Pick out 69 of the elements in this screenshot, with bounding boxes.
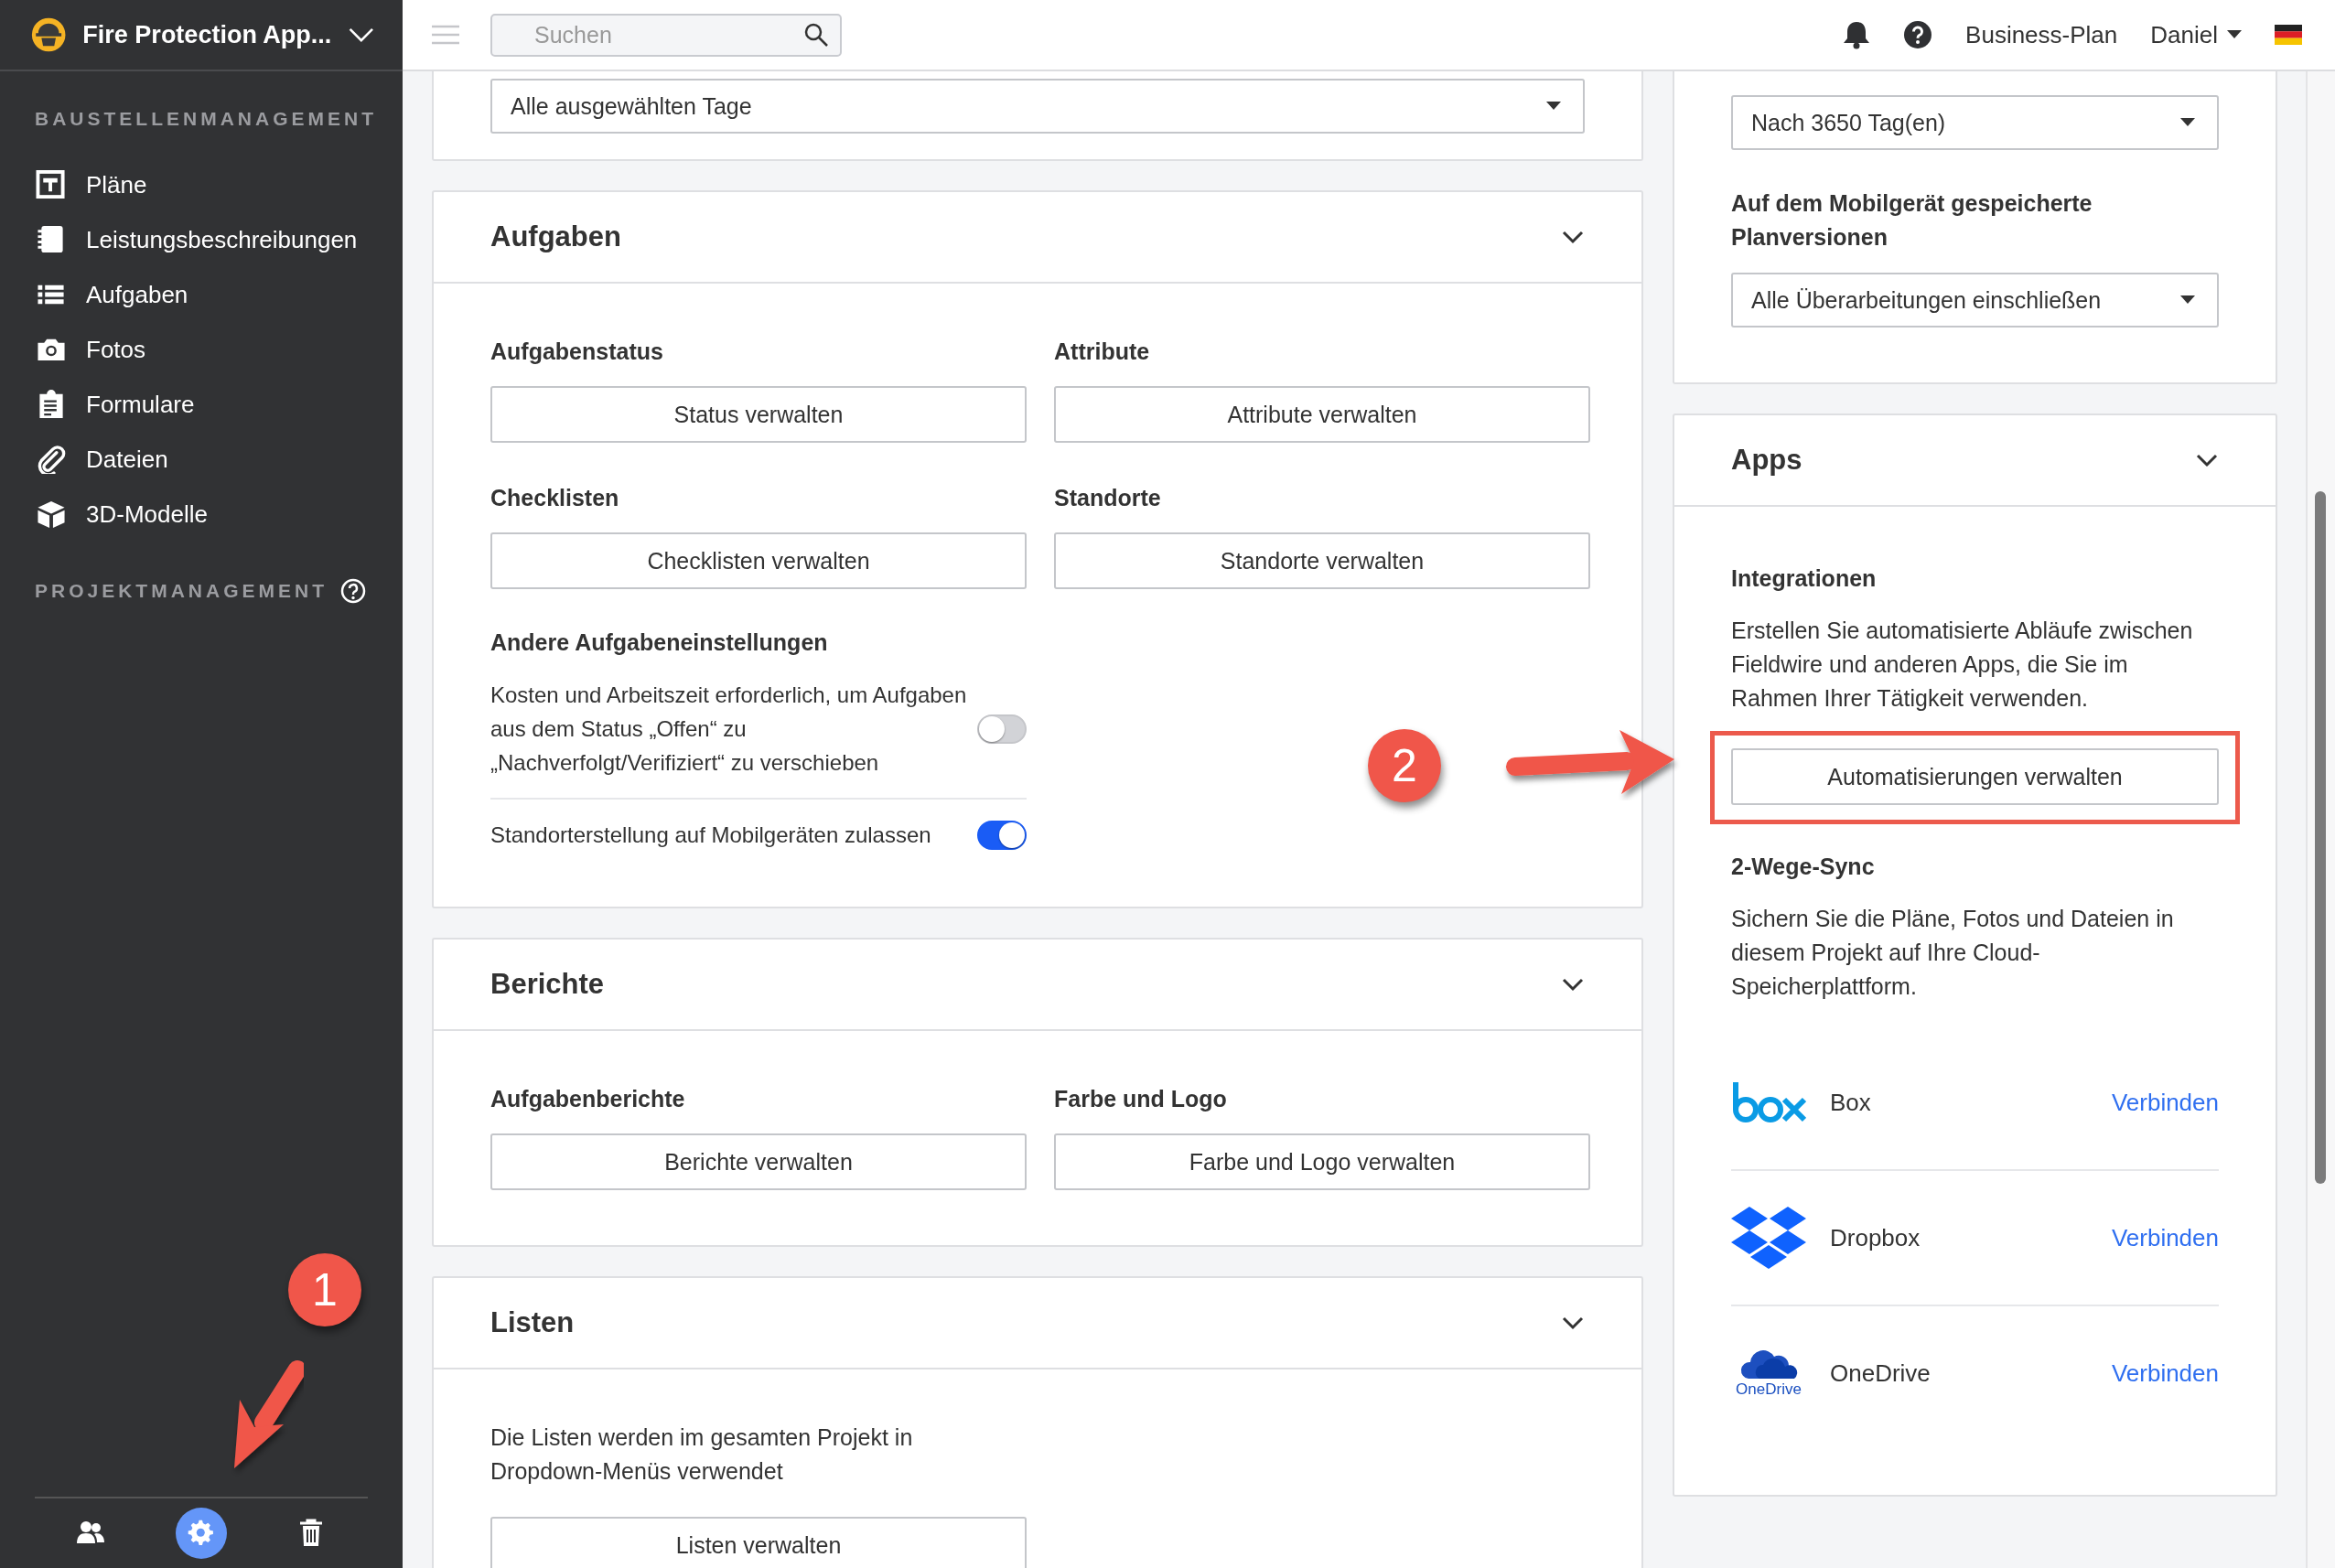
field-label: Aufgabenberichte bbox=[490, 1085, 686, 1113]
section-heading: PROJEKTMANAGEMENT bbox=[35, 580, 328, 602]
section-label: Auf dem Mobilgerät gespeicherte Planversionen bbox=[1731, 189, 2093, 252]
manage-button[interactable]: Farbe und Logo verwalten bbox=[1054, 1133, 1590, 1190]
sidebar-item[interactable]: Dateien bbox=[35, 432, 176, 487]
settings-button[interactable] bbox=[176, 1508, 227, 1559]
section-label: Andere Aufgabeneinstellungen bbox=[490, 628, 829, 657]
manage-button[interactable]: Listen verwalten bbox=[490, 1517, 1027, 1568]
dropbox-logo-icon bbox=[1731, 1207, 1806, 1269]
card-title: Berichte bbox=[490, 968, 605, 1001]
manage-button[interactable]: Automatisierungen verwalten bbox=[1731, 748, 2219, 805]
field-label: Attribute bbox=[1054, 338, 1151, 366]
field-label: Aufgabenstatus bbox=[490, 338, 664, 366]
sidebar-item[interactable]: Pläne bbox=[35, 157, 155, 212]
field-label: Standorte bbox=[1054, 484, 1162, 512]
manage-button[interactable]: Attribute verwalten bbox=[1054, 386, 1590, 443]
manage-button[interactable]: Checklisten verwalten bbox=[490, 532, 1027, 589]
manage-button[interactable]: Standorte verwalten bbox=[1054, 532, 1590, 589]
bell-icon bbox=[1843, 20, 1871, 49]
integration-name: Box bbox=[1830, 1088, 1872, 1117]
menu-icon bbox=[432, 25, 459, 45]
floor-plan-icon bbox=[35, 170, 68, 199]
cloud-icon bbox=[1739, 1348, 1798, 1380]
description-text: Die Listen werden im gesamten Projekt in Dropdown-Menüs verwendet bbox=[490, 1423, 914, 1486]
field-label: Checklisten bbox=[490, 484, 620, 512]
search-field[interactable]: Suchen bbox=[490, 13, 842, 57]
help-icon bbox=[1903, 20, 1933, 49]
cube-icon bbox=[35, 499, 68, 529]
description-text: Erstellen Sie automatisierte Abläufe zwischen Fieldwire und anderen Apps, die Sie im Rahmen Ihrer Tätigkeit verwenden. bbox=[1731, 617, 2194, 713]
connect-link[interactable]: Verbinden bbox=[2111, 1088, 2219, 1117]
section-label: Integrationen bbox=[1731, 564, 1878, 593]
field-label: Farbe und Logo bbox=[1054, 1085, 1228, 1113]
user-menu[interactable]: Daniel bbox=[2150, 20, 2242, 49]
project-title[interactable]: Fire Protection App... bbox=[82, 20, 332, 49]
toggle-switch[interactable] bbox=[977, 820, 1027, 850]
toggle-label: Standorterstellung auf Mobilgeräten zulassen bbox=[490, 822, 931, 849]
flag-icon bbox=[2275, 25, 2302, 45]
search-icon bbox=[803, 21, 829, 48]
manage-button[interactable]: Berichte verwalten bbox=[490, 1133, 1027, 1190]
sidebar-item[interactable]: Fotos bbox=[35, 322, 154, 377]
connect-link[interactable]: Verbinden bbox=[2111, 1223, 2219, 1252]
sidebar-item[interactable]: Formulare bbox=[35, 377, 202, 432]
integration-name: Dropbox bbox=[1830, 1223, 1921, 1252]
section-label: 2-Wege-Sync bbox=[1731, 853, 1876, 881]
sidebar-item[interactable]: Leistungsbeschreibungen bbox=[35, 212, 365, 267]
caret-icon bbox=[1546, 102, 1561, 111]
section-heading: BAUSTELLENMANAGEMENT bbox=[35, 108, 377, 130]
card-title: Listen bbox=[490, 1306, 575, 1339]
caret-icon bbox=[2227, 30, 2242, 39]
integration-name: OneDrive bbox=[1830, 1359, 1931, 1388]
help-icon[interactable] bbox=[340, 578, 366, 604]
card-title: Apps bbox=[1731, 444, 1802, 477]
settings-icon bbox=[187, 1519, 216, 1548]
description-text: Sichern Sie die Pläne, Fotos und Dateien in diesem Projekt auf Ihre Cloud-Speicherplattform. bbox=[1731, 905, 2175, 1001]
toggle-switch[interactable] bbox=[977, 714, 1027, 744]
connect-link[interactable]: Verbinden bbox=[2111, 1359, 2219, 1388]
sidebar-item[interactable]: 3D-Modelle bbox=[35, 487, 215, 542]
select-field[interactable]: Alle Überarbeitungen einschließen bbox=[1731, 273, 2219, 328]
sidebar-item[interactable]: Aufgaben bbox=[35, 267, 196, 322]
toggle-label: Kosten und Arbeitszeit erforderlich, um Aufgaben aus dem Status „Offen“ zu „Nachverfolgt/Verifiziert“ zu verschieben bbox=[490, 682, 968, 777]
select-field[interactable]: Nach 3650 Tag(en) bbox=[1731, 95, 2219, 150]
select-field[interactable]: Alle ausgewählten Tage bbox=[490, 79, 1585, 134]
plan-label[interactable]: Business-Plan bbox=[1965, 20, 2118, 49]
manage-button[interactable]: Status verwalten bbox=[490, 386, 1027, 443]
card-title: Aufgaben bbox=[490, 220, 621, 253]
caret-icon bbox=[2180, 295, 2195, 305]
caret-icon bbox=[2180, 118, 2195, 127]
box-logo-icon bbox=[1731, 1082, 1806, 1122]
logo-text: OneDrive bbox=[1736, 1380, 1802, 1399]
